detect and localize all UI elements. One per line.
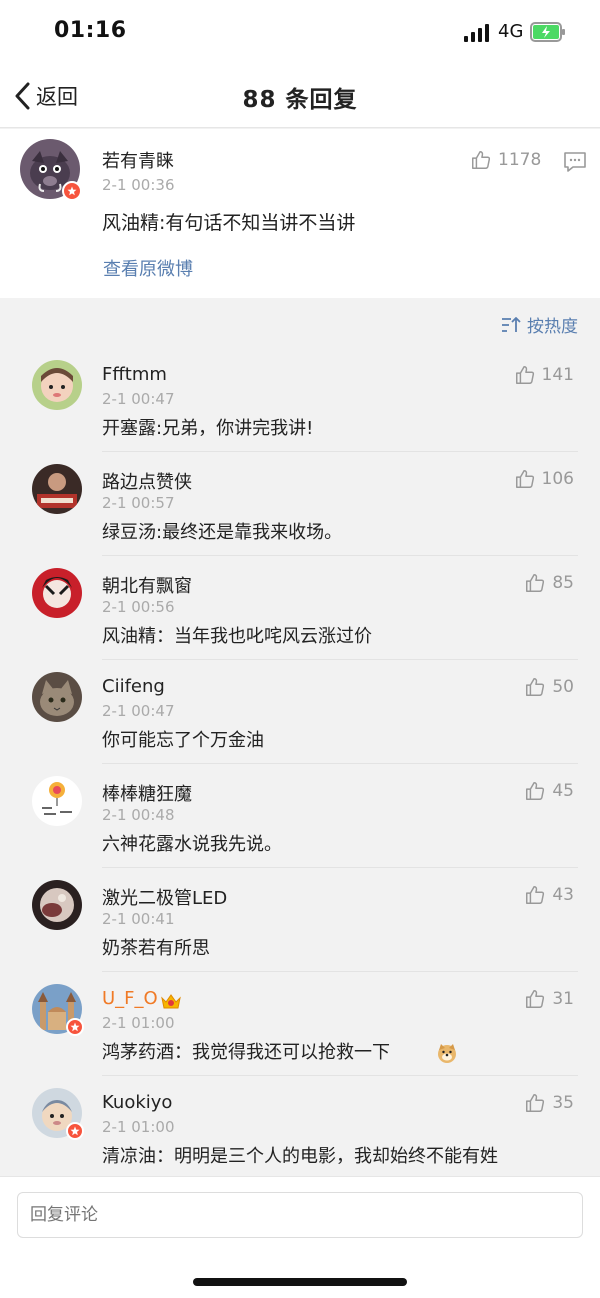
reply-text: 绿豆汤:最终还是靠我来收场。 [102,522,343,543]
like-count: 45 [552,781,574,801]
sort-by-hot-button[interactable]: 按热度 [501,312,578,337]
main-comment-like-button[interactable]: 1178 [470,149,541,171]
like-count: 1178 [498,150,542,170]
status-bar: 01:16 4G [0,0,600,64]
reply-item: Ffftmm 2-1 00:47 开塞露:兄弟，你讲完我讲! 141 [0,348,600,452]
comment-icon[interactable] [563,151,587,173]
main-comment-text: 风油精:有句话不知当讲不当讲 [102,212,356,234]
network-type: 4G [498,21,524,42]
reply-username[interactable]: 激光二极管LED [102,884,227,910]
sort-label: 按热度 [527,317,578,337]
child-avatar-image [32,360,82,410]
reply-username[interactable]: 朝北有飘窗 [102,572,192,598]
thumbs-up-icon [526,782,545,800]
thumbs-up-icon [526,678,545,696]
avatar[interactable] [20,139,82,201]
reply-item: 朝北有飘窗 2-1 00:56 风油精：当年我也叱咤风云涨过价 85 [0,556,600,660]
thumbs-up-icon [515,470,534,488]
cat-avatar-image [32,672,82,722]
avatar[interactable] [32,464,82,514]
reply-like-button[interactable]: 35 [524,1092,574,1114]
thumbs-up-icon [472,151,491,169]
reply-like-button[interactable]: 106 [514,468,574,490]
main-comment-timestamp: 2-1 00:36 [102,176,175,194]
reply-timestamp: 2-1 00:48 [102,806,175,824]
thumbs-up-icon [515,366,534,384]
reply-like-button[interactable]: 31 [524,988,574,1010]
vip-crown-icon [161,994,181,1009]
reply-item: 路边点赞侠 2-1 00:57 绿豆汤:最终还是靠我来收场。 106 [0,452,600,556]
like-count: 85 [552,573,574,593]
avatar[interactable] [32,984,84,1036]
thumbs-up-icon [526,1094,545,1112]
thumbs-up-icon [526,990,545,1008]
reply-timestamp: 2-1 01:00 [102,1014,175,1032]
home-indicator[interactable] [193,1278,407,1286]
doge-emoji-icon [438,1044,456,1063]
like-count: 35 [552,1093,574,1113]
sort-icon [502,316,521,332]
marlboro-avatar-image [32,464,82,514]
avatar[interactable] [32,568,82,618]
avatar[interactable] [32,776,82,826]
anime-avatar-image [32,568,82,618]
reply-like-button[interactable]: 50 [524,676,574,698]
battery-icon [530,22,565,42]
reply-like-button[interactable]: 141 [514,364,574,386]
avatar[interactable] [32,672,82,722]
reply-item: 棒棒糖狂魔 2-1 00:48 六神花露水说我先说。 45 [0,764,600,868]
reply-text: 鸿茅药酒：我觉得我还可以抢救一下 [102,1042,390,1063]
reply-item: U_F_O 2-1 01:00 鸿茅药酒：我觉得我还可以抢救一下 31 [0,972,600,1076]
reply-timestamp: 2-1 00:47 [102,390,175,408]
reply-text: 清凉油：明明是三个人的电影，我却始终不能有姓 [102,1146,498,1167]
reply-username[interactable]: Ffftmm [102,364,167,385]
reply-like-button[interactable]: 43 [524,884,574,906]
nav-bar: 返回 88 条回复 [0,64,600,128]
thumbs-up-icon [526,886,545,904]
reply-like-button[interactable]: 85 [524,572,574,594]
main-comment: 若有青睐 2-1 00:36 风油精:有句话不知当讲不当讲 查看原微博 1178 [0,129,600,298]
reply-input[interactable] [17,1192,583,1238]
reply-text: 风油精：当年我也叱咤风云涨过价 [102,626,372,647]
avatar[interactable] [32,880,82,930]
sort-row: 按热度 [0,298,600,348]
avatar[interactable] [32,360,82,410]
reply-item: Kuokiyo 2-1 01:00 清凉油：明明是三个人的电影，我却始终不能有姓… [0,1076,600,1176]
reply-username[interactable]: U_F_O [102,988,158,1009]
like-count: 106 [541,469,574,489]
like-count: 43 [552,885,574,905]
page-title: 88 条回复 [242,87,358,113]
reply-timestamp: 2-1 00:41 [102,910,175,928]
reply-text: 奶茶若有所思 [102,938,210,959]
reply-timestamp: 2-1 00:47 [102,702,175,720]
reply-bar [0,1176,600,1298]
verified-badge-icon [66,1018,84,1036]
planet-avatar-image [32,880,82,930]
reply-username[interactable]: 棒棒糖狂魔 [102,780,192,806]
reply-text: 开塞露:兄弟，你讲完我讲! [102,418,314,439]
view-original-link[interactable]: 查看原微博 [103,255,193,281]
status-time: 01:16 [54,18,127,43]
reply-username[interactable]: 路边点赞侠 [102,468,192,494]
reply-username[interactable]: Ciifeng [102,676,165,697]
thumbs-up-icon [526,574,545,592]
signal-icon [464,24,490,42]
reply-timestamp: 2-1 00:56 [102,598,175,616]
main-comment-username[interactable]: 若有青睐 [102,147,174,173]
avatar[interactable] [32,1088,84,1140]
lollipop-avatar-image [32,776,82,826]
reply-text: 六神花露水说我先说。 [102,834,282,855]
reply-timestamp: 2-1 01:00 [102,1118,175,1136]
reply-item: Ciifeng 2-1 00:47 你可能忘了个万金油 50 [0,660,600,764]
reply-text: 你可能忘了个万金油 [102,730,264,751]
reply-username[interactable]: Kuokiyo [102,1092,172,1113]
like-count: 50 [552,677,574,697]
reply-timestamp: 2-1 00:57 [102,494,175,512]
reply-like-button[interactable]: 45 [524,780,574,802]
like-count: 31 [552,989,574,1009]
reply-item: 激光二极管LED 2-1 00:41 奶茶若有所思 43 [0,868,600,972]
like-count: 141 [541,365,574,385]
verified-badge-icon [62,181,82,201]
verified-badge-icon [66,1122,84,1140]
